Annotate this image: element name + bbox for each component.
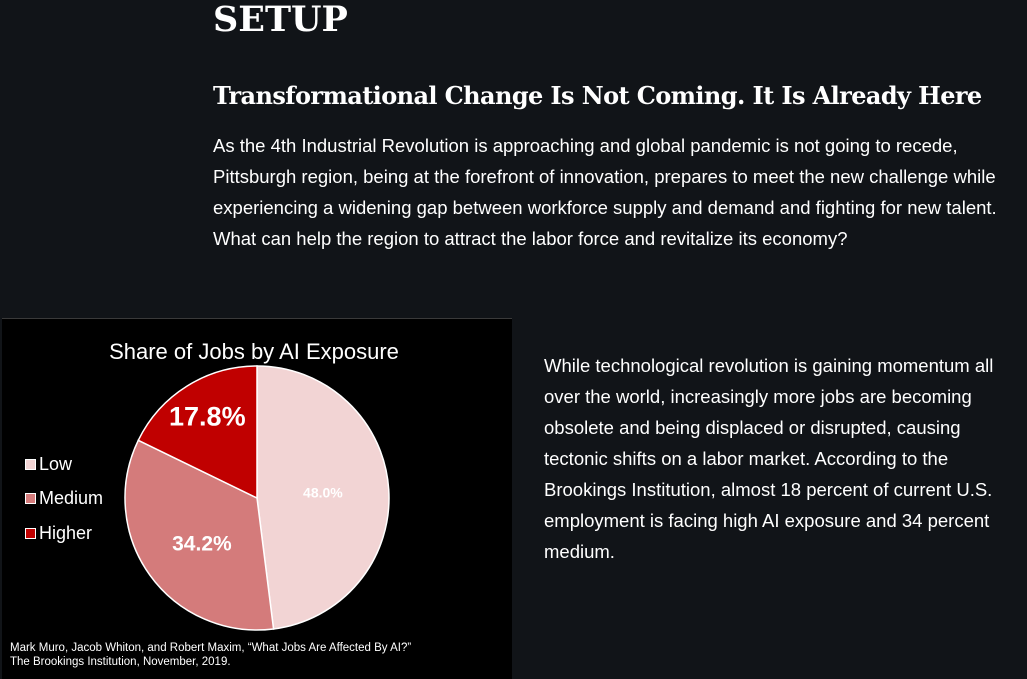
legend-label: Medium [39,488,104,509]
intro-paragraph: As the 4th Industrial Revolution is appr… [213,135,997,249]
chart-legend: Low Medium Higher [25,447,103,551]
page-title: SETUP [213,0,348,40]
pie-label-low: 48.0% [303,485,343,501]
section-subheading: Transformational Change Is Not Coming. I… [213,81,982,110]
chart-citation: Mark Muro, Jacob Whiton, and Robert Maxi… [10,642,412,668]
chart-title: Share of Jobs by AI Exposure [109,339,399,364]
body-paragraph: While technological revolution is gainin… [544,355,994,562]
legend-swatch [25,493,36,505]
pie-label-medium: 34.2% [172,533,232,556]
legend-swatch [25,527,36,539]
pie-label-higher: 17.8% [169,402,246,432]
pie-slices [124,365,390,631]
legend-item-low: Low [25,447,103,482]
legend-label: Low [39,453,73,474]
legend-item-medium: Medium [25,482,103,517]
legend-item-higher: Higher [25,516,103,551]
legend-label: Higher [39,522,93,543]
legend-swatch [25,458,36,470]
pie-chart-panel: Share of Jobs by AI Exposure 48.0% 34.2% 1… [2,318,512,679]
